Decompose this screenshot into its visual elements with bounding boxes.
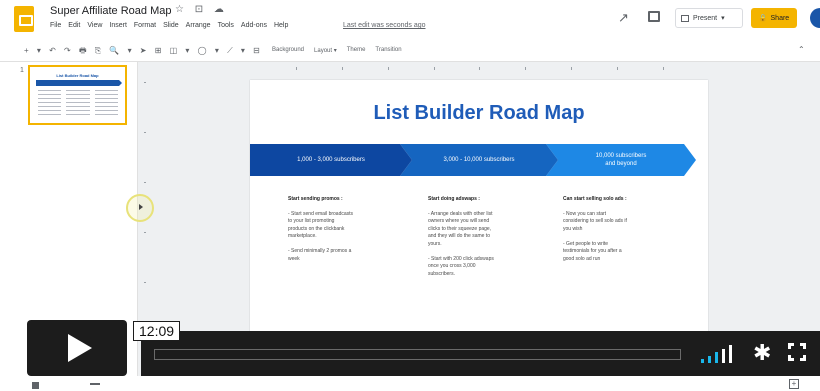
arrow-band-2: 3,000 - 10,000 subscribers: [400, 144, 558, 176]
theme-button[interactable]: Theme: [347, 47, 366, 54]
comment-icon[interactable]: [648, 11, 660, 22]
menu-slide[interactable]: Slide: [163, 22, 179, 29]
slide[interactable]: List Builder Road Map 10,000 subscribers…: [250, 80, 708, 340]
timestamp-label: 12:09: [133, 321, 181, 341]
thumbnail-title: List Builder Road Map: [56, 73, 99, 78]
document-title[interactable]: Super Affiliate Road Map: [50, 5, 171, 17]
volume-bar: [701, 359, 704, 363]
menu-help[interactable]: Help: [274, 22, 288, 29]
present-button[interactable]: Present ▾: [675, 8, 743, 28]
title-bar: Super Affiliate Road Map ☆ ⊡ ☁ File Edit…: [0, 0, 820, 40]
toolbar-icons[interactable]: + ▾ ↶ ↷ 🖶 ⎘ 🔍 ▾ ➤ ⊞ ◫ ▾ ◯ ▾ ⟋ ▾ ⊟: [24, 45, 263, 59]
arrow-band-1: 1,000 - 3,000 subscribers: [250, 144, 412, 176]
column-promos: Start sending promos : - Start send emai…: [288, 188, 398, 271]
activity-trend-icon[interactable]: ↗: [618, 10, 629, 26]
slide-thumbnail[interactable]: List Builder Road Map: [28, 65, 127, 125]
menu-view[interactable]: View: [87, 22, 102, 29]
explore-icon[interactable]: +: [789, 379, 799, 389]
player-control-bar: ✱: [141, 331, 820, 376]
horizontal-ruler: [250, 62, 708, 72]
menu-arrange[interactable]: Arrange: [186, 22, 211, 29]
grid-view-icon[interactable]: [32, 382, 39, 389]
thumbnail-band: [36, 80, 122, 86]
present-label: Present: [693, 14, 718, 22]
share-label: Share: [770, 14, 790, 22]
play-icon: [68, 334, 92, 362]
column-adswaps: Start doing adswaps : - Arrange deals wi…: [428, 188, 538, 286]
menu-format[interactable]: Format: [134, 22, 156, 29]
column-heading: Start doing adswaps :: [428, 195, 480, 202]
thumbnail-text-lines: [38, 90, 118, 118]
column-heading: Start sending promos :: [288, 195, 343, 202]
toolbar: + ▾ ↶ ↷ 🖶 ⎘ 🔍 ▾ ➤ ⊞ ◫ ▾ ◯ ▾ ⟋ ▾ ⊟ Backgr…: [0, 40, 820, 62]
video-frame: Super Affiliate Road Map ☆ ⊡ ☁ File Edit…: [0, 0, 820, 391]
fullscreen-icon[interactable]: [788, 343, 806, 361]
layout-button[interactable]: Layout ▾: [314, 47, 337, 54]
menu-file[interactable]: File: [50, 22, 61, 29]
star-folder-cloud-icons[interactable]: ☆ ⊡ ☁: [175, 4, 228, 15]
progress-bar[interactable]: [154, 349, 681, 360]
volume-bar: [729, 345, 732, 363]
background-button[interactable]: Background: [272, 47, 304, 54]
volume-icon[interactable]: [701, 345, 737, 363]
toolbar-labels: Background Layout ▾ Theme Transition: [272, 47, 402, 54]
chevron-down-icon[interactable]: ▾: [721, 14, 725, 22]
column-body: - Now you can start considering to sell …: [563, 210, 627, 262]
arrow-band-3: 10,000 subscribers and beyond: [546, 144, 696, 176]
menu-tools[interactable]: Tools: [218, 22, 234, 29]
volume-bar: [722, 348, 725, 363]
bottom-strip: +: [0, 376, 820, 391]
column-body: - Arrange deals with other list owners w…: [428, 210, 494, 277]
column-body: - Start send email broadcasts to your li…: [288, 210, 354, 262]
avatar[interactable]: [810, 8, 820, 28]
menu-insert[interactable]: Insert: [109, 22, 127, 29]
last-edit-link[interactable]: Last edit was seconds ago: [343, 22, 426, 29]
collapse-icon[interactable]: ⌃: [798, 45, 805, 54]
present-icon: [681, 14, 689, 22]
volume-bar: [708, 355, 711, 363]
lock-icon: 🔒: [758, 15, 768, 22]
menu-addons[interactable]: Add-ons: [241, 22, 267, 29]
play-button[interactable]: [27, 320, 127, 376]
menu-edit[interactable]: Edit: [68, 22, 80, 29]
menu-bar: File Edit View Insert Format Slide Arran…: [50, 22, 288, 29]
mouse-cursor-highlight: [126, 194, 154, 222]
transition-button[interactable]: Transition: [375, 47, 401, 54]
slides-logo-icon[interactable]: [14, 6, 34, 32]
column-solo-ads: Can start selling solo ads : - Now you c…: [563, 188, 673, 271]
gear-icon[interactable]: ✱: [753, 340, 771, 366]
volume-bar: [715, 352, 718, 363]
slide-title: List Builder Road Map: [373, 102, 585, 124]
filmstrip-view-icon[interactable]: [90, 383, 100, 385]
slide-number: 1: [20, 67, 24, 74]
share-button[interactable]: 🔒 Share: [751, 8, 797, 28]
column-heading: Can start selling solo ads :: [563, 195, 627, 202]
